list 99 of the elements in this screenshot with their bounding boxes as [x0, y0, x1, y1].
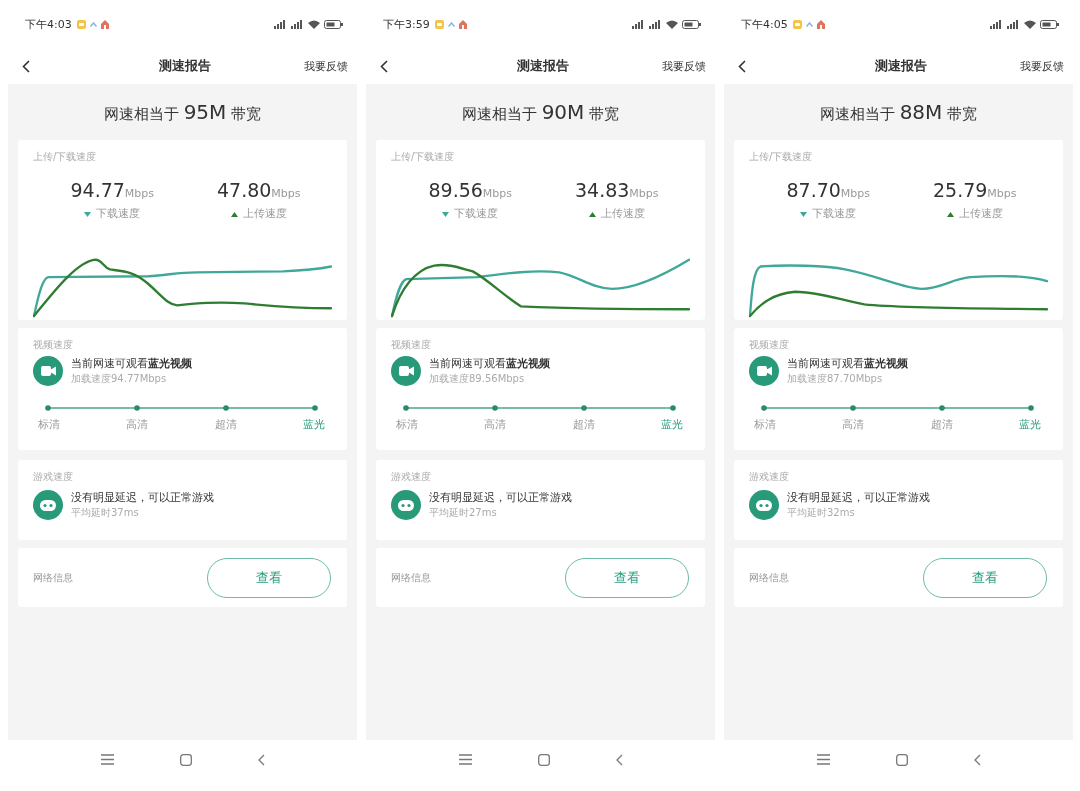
download-speed-label: 下载速度 — [454, 206, 499, 222]
page-title: 测速报告 — [159, 57, 211, 75]
signal-icon — [649, 19, 662, 29]
house-icon — [816, 19, 825, 29]
download-speed-value: 94.77Mbps — [70, 178, 155, 203]
feedback-link[interactable]: 我要反馈 — [662, 58, 706, 74]
video-camera-icon — [391, 356, 421, 386]
upload-speed-value: 34.83Mbps — [574, 178, 659, 203]
game-latency: 平均延时37ms — [71, 506, 139, 520]
status-time: 下午3:59 — [383, 16, 430, 32]
home-icon[interactable] — [895, 753, 908, 766]
view-button[interactable]: 查看 — [565, 557, 689, 598]
card-title: 游戏速度 — [391, 470, 431, 484]
card-title: 上传/下载速度 — [391, 150, 455, 164]
quality-level-label: 高清 — [483, 417, 508, 433]
feedback-link[interactable]: 我要反馈 — [1020, 58, 1064, 74]
bandwidth-headline: 网速相当于 88M 带宽 — [819, 100, 978, 124]
quality-level-label: 蓝光 — [302, 417, 326, 433]
app-notification-icon — [434, 19, 444, 29]
caret-up-icon — [805, 21, 813, 27]
upload-speed-value: 47.80Mbps — [216, 178, 301, 203]
status-time: 下午4:05 — [741, 16, 788, 32]
quality-level-label: 蓝光 — [1018, 417, 1042, 433]
card-title: 游戏速度 — [749, 470, 789, 484]
caret-up-icon — [447, 21, 455, 27]
signal-icon — [291, 19, 304, 29]
bandwidth-headline: 网速相当于 95M 带宽 — [103, 100, 262, 124]
quality-level-label: 高清 — [125, 417, 150, 433]
game-message: 没有明显延迟，可以正常游戏 — [787, 490, 930, 506]
video-message: 当前网速可观看蓝光视频 — [787, 356, 908, 372]
wifi-icon — [666, 19, 678, 29]
game-latency: 平均延时32ms — [787, 506, 855, 520]
signal-icon — [632, 19, 645, 29]
upload-speed-label: 上传速度 — [958, 206, 1003, 222]
card-title: 上传/下载速度 — [33, 150, 97, 164]
game-message: 没有明显延迟，可以正常游戏 — [429, 490, 572, 506]
wifi-icon — [1024, 19, 1036, 29]
menu-icon[interactable] — [458, 754, 472, 765]
quality-level-label: 超清 — [571, 417, 596, 433]
signal-icon — [1007, 19, 1020, 29]
upload-speed-label: 上传速度 — [600, 206, 645, 222]
upload-speed-value: 25.79Mbps — [932, 178, 1017, 203]
quality-level-label: 超清 — [929, 417, 954, 433]
network-info-label: 网络信息 — [391, 570, 431, 585]
card-title: 上传/下载速度 — [749, 150, 813, 164]
house-icon — [458, 19, 467, 29]
card-title: 视频速度 — [33, 338, 73, 352]
menu-icon[interactable] — [100, 754, 114, 765]
bandwidth-headline: 网速相当于 90M 带宽 — [461, 100, 620, 124]
download-speed-value: 87.70Mbps — [786, 178, 871, 203]
app-notification-icon — [792, 19, 802, 29]
card-title: 视频速度 — [391, 338, 431, 352]
page-title: 测速报告 — [875, 57, 927, 75]
feedback-link[interactable]: 我要反馈 — [304, 58, 348, 74]
gamepad-icon — [391, 490, 421, 520]
home-icon[interactable] — [537, 753, 550, 766]
network-info-label: 网络信息 — [33, 570, 73, 585]
quality-level-label: 超清 — [213, 417, 238, 433]
wifi-icon — [308, 19, 320, 29]
video-load-speed: 加载速度87.70Mbps — [787, 372, 883, 386]
signal-icon — [274, 19, 287, 29]
quality-level-label: 标清 — [753, 417, 777, 433]
signal-icon — [990, 19, 1003, 29]
battery-icon — [324, 19, 343, 29]
battery-icon — [682, 19, 701, 29]
download-speed-value: 89.56Mbps — [428, 178, 513, 203]
game-latency: 平均延时27ms — [429, 506, 497, 520]
video-camera-icon — [33, 356, 63, 386]
card-title: 视频速度 — [749, 338, 789, 352]
video-message: 当前网速可观看蓝光视频 — [429, 356, 550, 372]
battery-icon — [1040, 19, 1059, 29]
status-time: 下午4:03 — [25, 16, 72, 32]
gamepad-icon — [749, 490, 779, 520]
view-button[interactable]: 查看 — [923, 557, 1047, 598]
back-icon[interactable] — [22, 59, 30, 73]
view-button[interactable]: 查看 — [207, 557, 331, 598]
gamepad-icon — [33, 490, 63, 520]
page-title: 测速报告 — [517, 57, 569, 75]
download-speed-label: 下载速度 — [812, 206, 857, 222]
menu-icon[interactable] — [816, 754, 830, 765]
game-message: 没有明显延迟，可以正常游戏 — [71, 490, 214, 506]
card-title: 游戏速度 — [33, 470, 73, 484]
house-icon — [100, 19, 109, 29]
caret-up-icon — [89, 21, 97, 27]
video-load-speed: 加载速度94.77Mbps — [71, 372, 167, 386]
quality-level-label: 高清 — [841, 417, 866, 433]
video-load-speed: 加载速度89.56Mbps — [429, 372, 525, 386]
back-icon[interactable] — [380, 59, 388, 73]
video-message: 当前网速可观看蓝光视频 — [71, 356, 192, 372]
network-info-label: 网络信息 — [749, 570, 789, 585]
upload-speed-label: 上传速度 — [242, 206, 287, 222]
back-icon[interactable] — [738, 59, 746, 73]
home-icon[interactable] — [179, 753, 192, 766]
download-speed-label: 下载速度 — [96, 206, 141, 222]
video-camera-icon — [749, 356, 779, 386]
quality-level-label: 蓝光 — [660, 417, 684, 433]
quality-level-label: 标清 — [395, 417, 419, 433]
quality-level-label: 标清 — [37, 417, 61, 433]
app-notification-icon — [76, 19, 86, 29]
